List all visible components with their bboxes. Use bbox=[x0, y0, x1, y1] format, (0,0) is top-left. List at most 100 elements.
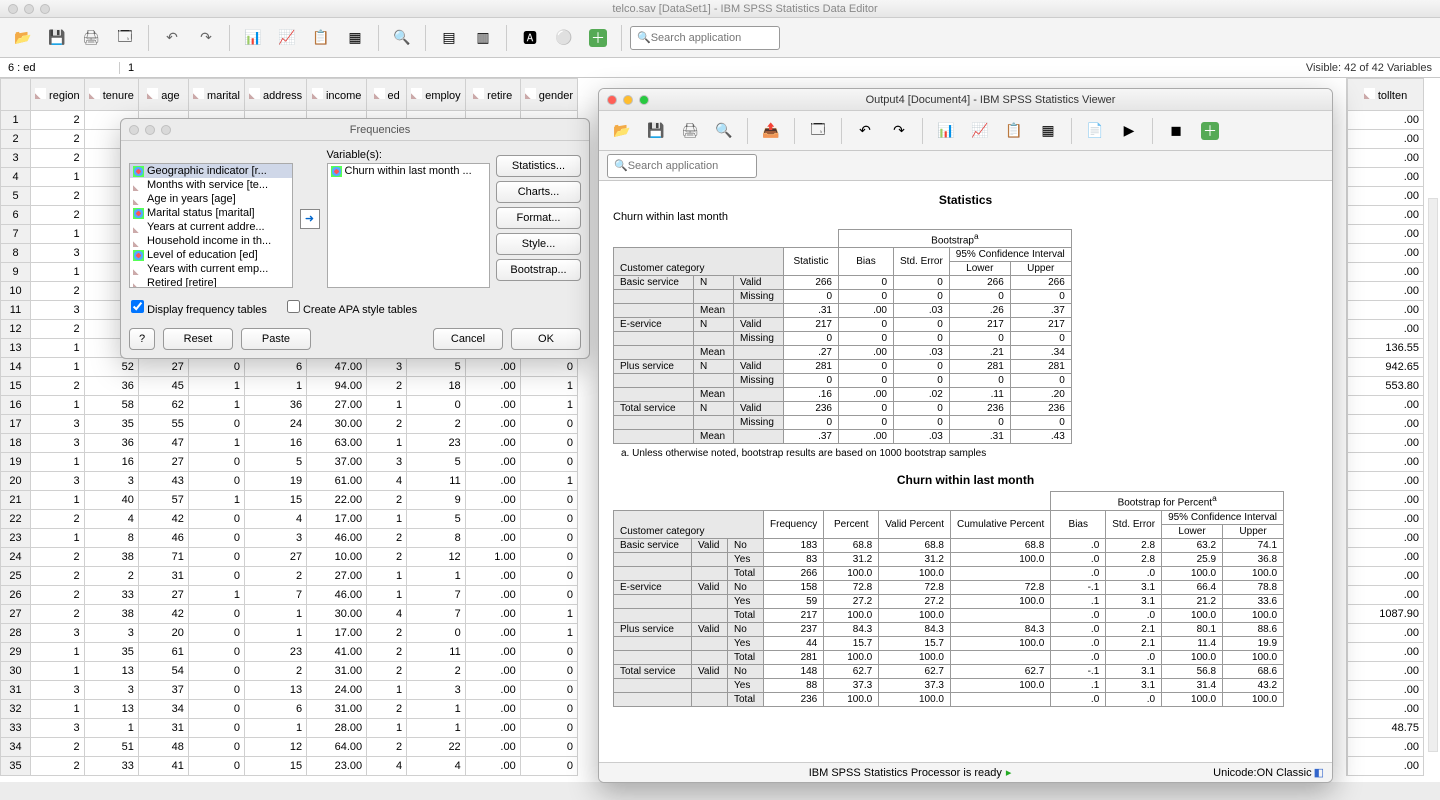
data-cell[interactable]: 0 bbox=[188, 453, 244, 472]
data-cell[interactable]: 16 bbox=[84, 453, 138, 472]
data-cell[interactable]: 3 bbox=[31, 624, 85, 643]
data-cell[interactable]: 2 bbox=[31, 586, 85, 605]
viewer-designate-button[interactable]: 📄 bbox=[1080, 116, 1110, 146]
data-cell[interactable]: 94.00 bbox=[307, 377, 367, 396]
data-cell[interactable]: 0 bbox=[520, 681, 577, 700]
row-header[interactable]: 26 bbox=[1, 586, 31, 605]
data-cell[interactable]: 0 bbox=[520, 453, 577, 472]
help-button[interactable]: ? bbox=[129, 328, 155, 350]
source-variable-item[interactable]: Household income in th... bbox=[130, 234, 292, 248]
selected-variable-item[interactable]: Churn within last month ... bbox=[328, 164, 490, 178]
data-cell[interactable]: 1 bbox=[520, 624, 577, 643]
data-cell[interactable]: .00 bbox=[465, 738, 520, 757]
data-cell[interactable]: 3 bbox=[407, 681, 466, 700]
data-cell[interactable]: 7 bbox=[407, 586, 466, 605]
data-cell[interactable]: 3 bbox=[31, 244, 85, 263]
data-cell[interactable]: 8 bbox=[407, 529, 466, 548]
data-cell[interactable]: 2 bbox=[367, 700, 407, 719]
viewer-content[interactable]: Statistics Churn within last month Boots… bbox=[599, 181, 1332, 762]
row-header[interactable]: 15 bbox=[1, 377, 31, 396]
data-cell[interactable]: .00 bbox=[465, 586, 520, 605]
data-cell[interactable]: 2 bbox=[31, 187, 85, 206]
data-cell[interactable]: 12 bbox=[244, 738, 306, 757]
data-cell[interactable]: 2 bbox=[367, 738, 407, 757]
data-cell[interactable]: 2 bbox=[367, 415, 407, 434]
data-cell[interactable]: 31 bbox=[138, 567, 188, 586]
data-cell[interactable]: 1 bbox=[31, 700, 85, 719]
row-header[interactable]: 35 bbox=[1, 757, 31, 776]
statistics-button[interactable]: Statistics... bbox=[496, 155, 581, 177]
row-header[interactable]: 17 bbox=[1, 415, 31, 434]
data-cell[interactable]: 31.00 bbox=[307, 662, 367, 681]
column-header-tollten[interactable]: tollten bbox=[1348, 79, 1424, 111]
data-cell[interactable]: .00 bbox=[465, 624, 520, 643]
vertical-scrollbar[interactable] bbox=[1428, 198, 1438, 752]
data-cell[interactable]: 4 bbox=[244, 510, 306, 529]
data-cell[interactable]: 16 bbox=[244, 434, 306, 453]
data-cell[interactable]: 38 bbox=[84, 605, 138, 624]
data-cell[interactable]: 1 bbox=[31, 168, 85, 187]
viewer-zoom-icon[interactable] bbox=[639, 95, 649, 105]
data-cell[interactable]: 0 bbox=[188, 358, 244, 377]
data-cell[interactable]: .00 bbox=[1348, 434, 1424, 453]
data-cell[interactable]: .00 bbox=[465, 510, 520, 529]
column-header-tenure[interactable]: tenure bbox=[84, 79, 138, 111]
data-cell[interactable]: 1 bbox=[31, 396, 85, 415]
data-cell[interactable]: 38 bbox=[84, 548, 138, 567]
data-cell[interactable]: .00 bbox=[465, 377, 520, 396]
column-header-employ[interactable]: employ bbox=[407, 79, 466, 111]
viewer-preview-button[interactable]: 🔍 bbox=[709, 116, 739, 146]
data-cell[interactable]: .00 bbox=[465, 472, 520, 491]
column-header-retire[interactable]: retire bbox=[465, 79, 520, 111]
data-cell[interactable]: .00 bbox=[1348, 586, 1424, 605]
data-cell[interactable]: 1 bbox=[31, 453, 85, 472]
data-cell[interactable]: 2 bbox=[84, 567, 138, 586]
viewer-open-button[interactable]: 📂 bbox=[607, 116, 637, 146]
data-cell[interactable]: .00 bbox=[465, 529, 520, 548]
data-cell[interactable]: 34 bbox=[138, 700, 188, 719]
column-header-income[interactable]: income bbox=[307, 79, 367, 111]
data-cell[interactable]: 1 bbox=[520, 472, 577, 491]
source-variable-item[interactable]: Retired [retire] bbox=[130, 276, 292, 288]
row-header[interactable]: 22 bbox=[1, 510, 31, 529]
data-cell[interactable]: 36 bbox=[84, 377, 138, 396]
data-cell[interactable]: 6 bbox=[244, 358, 306, 377]
data-cell[interactable]: 27 bbox=[138, 453, 188, 472]
data-cell[interactable]: 19 bbox=[244, 472, 306, 491]
row-header[interactable]: 12 bbox=[1, 320, 31, 339]
cell-reference[interactable]: 6 : ed bbox=[0, 62, 120, 74]
source-variable-item[interactable]: Geographic indicator [r... bbox=[130, 164, 292, 178]
selected-variables-list[interactable]: Churn within last month ... bbox=[327, 163, 491, 288]
data-cell[interactable]: 43 bbox=[138, 472, 188, 491]
row-header[interactable]: 34 bbox=[1, 738, 31, 757]
viewer-recall-button[interactable]: 🗔 bbox=[803, 116, 833, 146]
data-cell[interactable]: .00 bbox=[1348, 149, 1424, 168]
ok-button[interactable]: OK bbox=[511, 328, 581, 350]
data-cell[interactable]: 11 bbox=[407, 643, 466, 662]
row-header[interactable]: 33 bbox=[1, 719, 31, 738]
data-cell[interactable]: 4 bbox=[367, 472, 407, 491]
data-cell[interactable]: 17.00 bbox=[307, 624, 367, 643]
data-cell[interactable]: 47 bbox=[138, 434, 188, 453]
data-cell[interactable]: 46 bbox=[138, 529, 188, 548]
data-cell[interactable]: 22 bbox=[407, 738, 466, 757]
data-cell[interactable]: 54 bbox=[138, 662, 188, 681]
row-header[interactable]: 29 bbox=[1, 643, 31, 662]
data-cell[interactable]: 48.75 bbox=[1348, 719, 1424, 738]
split-file-button[interactable]: 🅰 bbox=[515, 23, 545, 53]
row-header[interactable]: 11 bbox=[1, 301, 31, 320]
data-cell[interactable]: 2 bbox=[367, 491, 407, 510]
data-cell[interactable]: 22.00 bbox=[307, 491, 367, 510]
row-header[interactable]: 25 bbox=[1, 567, 31, 586]
data-cell[interactable]: 2 bbox=[31, 757, 85, 776]
data-cell[interactable]: 0 bbox=[407, 396, 466, 415]
weight-cases-button[interactable]: ⚪ bbox=[549, 23, 579, 53]
data-cell[interactable]: 35 bbox=[84, 415, 138, 434]
run-button[interactable]: ▦ bbox=[340, 23, 370, 53]
data-cell[interactable]: 36 bbox=[244, 396, 306, 415]
data-cell[interactable]: 2 bbox=[31, 738, 85, 757]
row-header[interactable]: 5 bbox=[1, 187, 31, 206]
data-cell[interactable]: 3 bbox=[31, 301, 85, 320]
source-variable-item[interactable]: Marital status [marital] bbox=[130, 206, 292, 220]
column-header-region[interactable]: region bbox=[31, 79, 85, 111]
